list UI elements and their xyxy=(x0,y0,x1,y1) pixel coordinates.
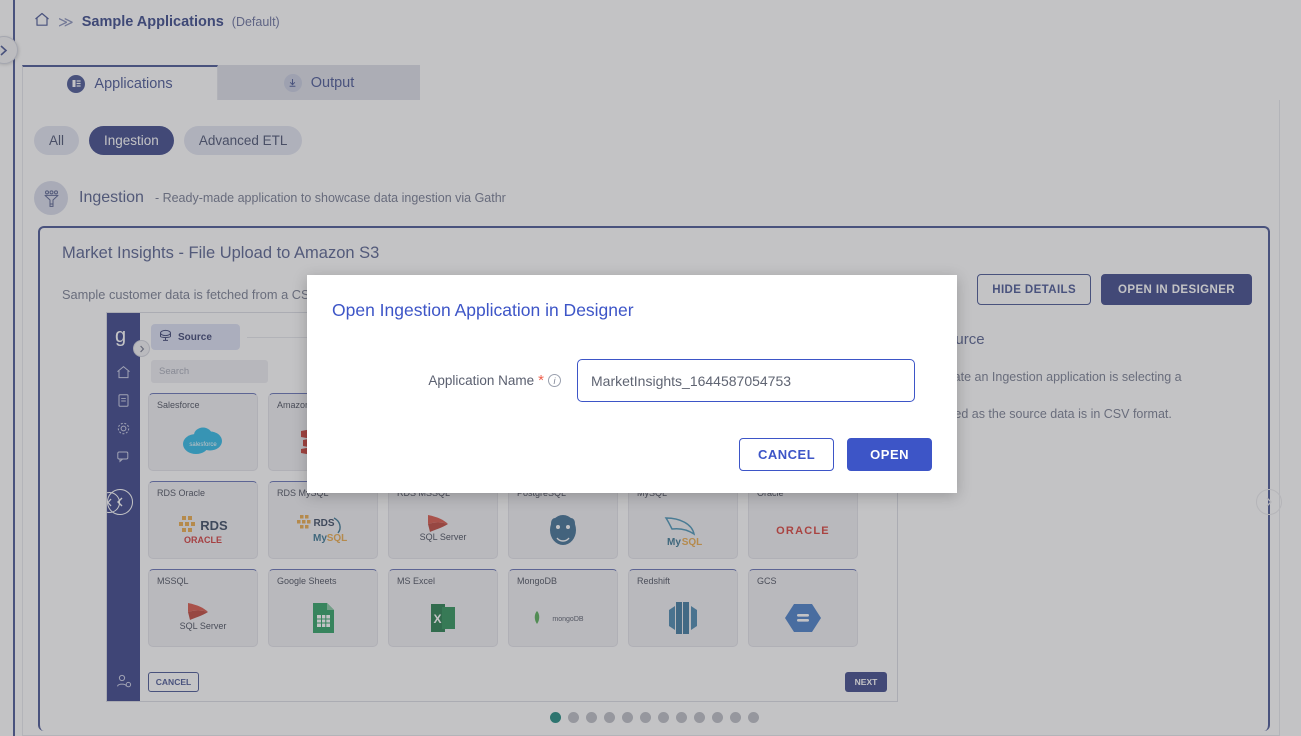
modal-action-group: CANCEL OPEN xyxy=(739,438,932,471)
modal-title: Open Ingestion Application in Designer xyxy=(332,300,634,321)
open-application-modal: Open Ingestion Application in Designer A… xyxy=(307,275,957,493)
application-name-field-row: Application Name * i xyxy=(332,359,932,402)
application-name-label-text: Application Name xyxy=(428,373,534,388)
app-root: ≫ Sample Applications (Default) Applicat… xyxy=(0,0,1301,736)
modal-cancel-button[interactable]: CANCEL xyxy=(739,438,834,471)
info-icon[interactable]: i xyxy=(548,374,561,387)
modal-open-button[interactable]: OPEN xyxy=(847,438,932,471)
modal-open-label: OPEN xyxy=(870,447,909,462)
application-name-input[interactable] xyxy=(577,359,915,402)
required-asterisk: * xyxy=(538,373,544,388)
application-name-label: Application Name * i xyxy=(332,373,577,388)
modal-cancel-label: CANCEL xyxy=(758,447,815,462)
